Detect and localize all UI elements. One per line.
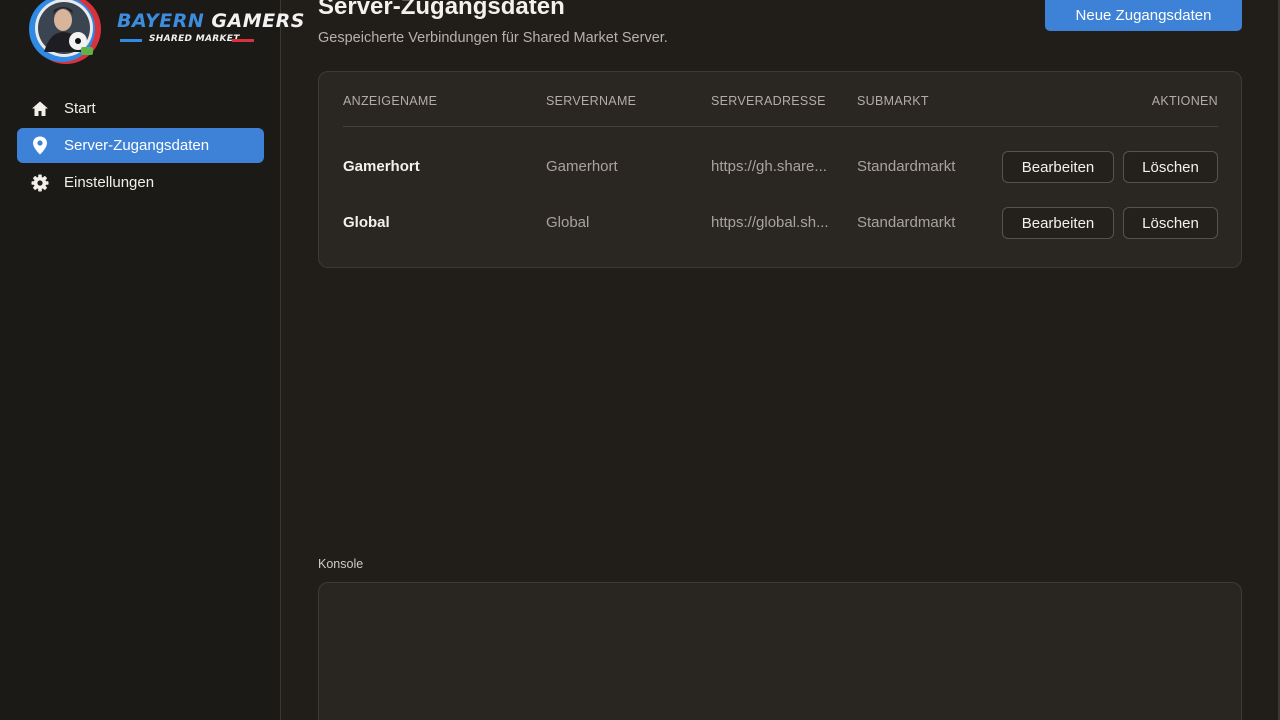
sidebar-item-einstellungen[interactable]: Einstellungen bbox=[17, 165, 264, 200]
column-header-aktionen: AKTIONEN bbox=[1151, 94, 1218, 108]
column-header-submarkt: SUBMARKT bbox=[857, 94, 929, 108]
console-output[interactable] bbox=[318, 582, 1242, 720]
cell-display-name: Gamerhort bbox=[343, 158, 420, 175]
sidebar-item-server-zugangsdaten[interactable]: Server-Zugangsdaten bbox=[17, 128, 264, 163]
sidebar: BAYERN GAMERS SHARED MARKET Start Server… bbox=[0, 0, 304, 720]
sidebar-item-start[interactable]: Start bbox=[17, 91, 264, 126]
table-header: ANZEIGENAME SERVERNAME SERVERADRESSE SUB… bbox=[343, 94, 1218, 127]
column-header-serveradresse: SERVERADRESSE bbox=[711, 94, 826, 108]
sidebar-item-label: Start bbox=[64, 100, 96, 117]
location-pin-icon bbox=[30, 136, 50, 156]
brand-avatar-icon bbox=[29, 0, 101, 64]
sidebar-item-label: Einstellungen bbox=[64, 174, 155, 191]
column-header-servername: SERVERNAME bbox=[546, 94, 637, 108]
delete-button[interactable]: Löschen bbox=[1123, 207, 1218, 239]
brand-title: BAYERN GAMERS bbox=[117, 10, 305, 32]
cell-submarket: Standardmarkt bbox=[857, 158, 956, 175]
cell-submarket: Standardmarkt bbox=[857, 214, 956, 231]
brand-logo[interactable]: BAYERN GAMERS SHARED MARKET bbox=[24, 0, 304, 68]
brand-line-red bbox=[232, 39, 254, 42]
page-subtitle: Gespeicherte Verbindungen für Shared Mar… bbox=[318, 30, 668, 46]
cell-display-name: Global bbox=[343, 214, 390, 231]
sidebar-item-label: Server-Zugangsdaten bbox=[64, 137, 210, 154]
new-credentials-button[interactable]: Neue Zugangsdaten bbox=[1045, 0, 1242, 31]
cell-server-name: Gamerhort bbox=[546, 158, 618, 175]
cell-server-address: https://global.sh... bbox=[711, 214, 829, 231]
table-row: Global Global https://global.sh... Stand… bbox=[343, 206, 1218, 240]
page-title: Server-Zugangsdaten bbox=[318, 0, 565, 20]
cell-server-address: https://gh.share... bbox=[711, 158, 827, 175]
console-label: Konsole bbox=[318, 557, 364, 571]
brand-subtitle: SHARED MARKET bbox=[120, 34, 254, 46]
gear-icon bbox=[30, 173, 50, 193]
cell-server-name: Global bbox=[546, 214, 590, 231]
home-icon bbox=[30, 99, 50, 119]
edit-button[interactable]: Bearbeiten bbox=[1002, 207, 1114, 239]
brand-line-blue bbox=[120, 39, 142, 42]
column-header-anzeigename: ANZEIGENAME bbox=[343, 94, 438, 108]
table-row: Gamerhort Gamerhort https://gh.share... … bbox=[343, 150, 1218, 184]
delete-button[interactable]: Löschen bbox=[1123, 151, 1218, 183]
sidebar-nav: Start Server-Zugangsdaten Einstellungen bbox=[17, 91, 264, 202]
edit-button[interactable]: Bearbeiten bbox=[1002, 151, 1114, 183]
credentials-table: ANZEIGENAME SERVERNAME SERVERADRESSE SUB… bbox=[318, 71, 1242, 268]
